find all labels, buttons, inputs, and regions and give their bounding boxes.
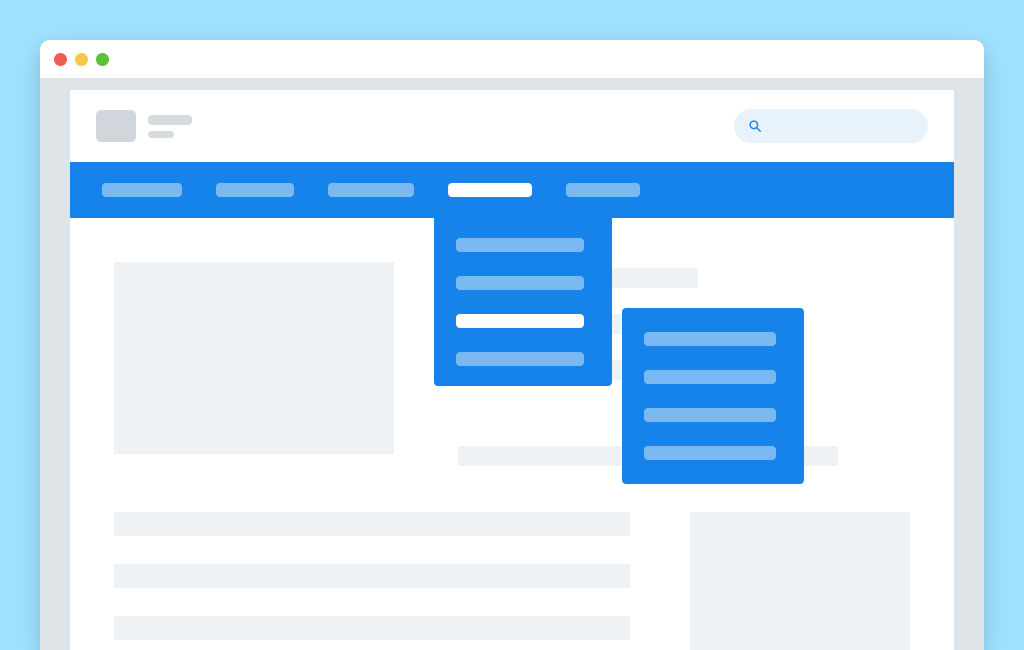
nav-item-4[interactable] (448, 183, 532, 197)
nav-item-3[interactable] (328, 183, 414, 197)
dropdown-item-2[interactable] (456, 276, 584, 290)
window-titlebar (40, 40, 984, 78)
logo-icon (96, 110, 136, 142)
list-item[interactable] (114, 512, 630, 536)
browser-window (40, 40, 984, 650)
dropdown-item-1[interactable] (456, 238, 584, 252)
nav-submenu (622, 308, 804, 484)
nav-item-5[interactable] (566, 183, 640, 197)
list-item[interactable] (114, 564, 630, 588)
submenu-item-4[interactable] (644, 446, 776, 460)
browser-toolbar (40, 78, 984, 90)
minimize-window-button[interactable] (75, 53, 88, 66)
hero-image-placeholder (114, 262, 394, 454)
dropdown-item-4[interactable] (456, 352, 584, 366)
close-window-button[interactable] (54, 53, 67, 66)
submenu-item-2[interactable] (644, 370, 776, 384)
nav-item-1[interactable] (102, 183, 182, 197)
primary-nav (70, 162, 954, 218)
site-logo[interactable] (96, 110, 192, 142)
sidebar-panel (690, 512, 910, 650)
search-input[interactable] (734, 109, 928, 143)
logo-subtitle-placeholder (148, 131, 174, 138)
list-item[interactable] (114, 616, 630, 640)
nav-dropdown (434, 218, 612, 386)
submenu-item-3[interactable] (644, 408, 776, 422)
logo-text (148, 115, 192, 138)
search-icon (748, 119, 762, 133)
body-columns (114, 512, 910, 650)
logo-title-placeholder (148, 115, 192, 125)
nav-item-2[interactable] (216, 183, 294, 197)
sidebar (690, 512, 910, 650)
page (70, 90, 954, 650)
zoom-window-button[interactable] (96, 53, 109, 66)
article-list (114, 512, 630, 650)
page-header (70, 90, 954, 162)
submenu-item-1[interactable] (644, 332, 776, 346)
dropdown-item-3[interactable] (456, 314, 584, 328)
